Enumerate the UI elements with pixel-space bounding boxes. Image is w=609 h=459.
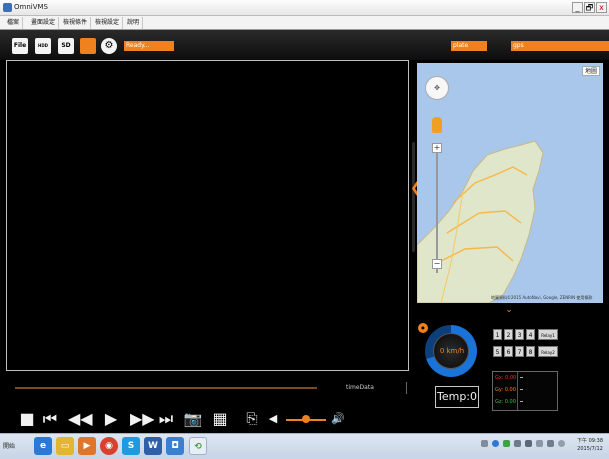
stop-icon[interactable]: ■ [18,409,36,429]
status-field: Ready... [124,41,174,51]
restore-button[interactable]: 🗗 [584,2,595,13]
taskbar-clock[interactable]: 下午 09:38 2015/7/12 [573,437,607,453]
g-sensor-tick [520,401,523,402]
map-pan-control-icon[interactable]: ✥ [425,76,449,100]
relay-7-button[interactable]: 7 [515,346,524,357]
toolbar: File HDD SD ⚙ Ready... plate gps [0,30,609,60]
tray-icon[interactable] [481,440,488,447]
temperature-readout: Temp:0 [435,386,479,408]
map-zoom-slider[interactable] [436,143,438,273]
skip-to-start-icon[interactable]: ⏮ [41,409,59,429]
title-bar: OmniVMS _ 🗗 x [0,0,609,16]
map-panel[interactable]: 地圖 ✥ + − 地圖資料©2015 AutoNavi, Google, ZEN… [417,63,603,303]
menu-view-conditions[interactable]: 檢視條件 [60,17,92,29]
start-button[interactable]: 開始 [3,441,15,450]
g-sensor-tick [520,377,523,378]
menu-view-settings[interactable]: 檢視設定 [92,17,124,29]
word-icon[interactable]: W [144,437,162,455]
clock-time: 下午 09:38 [577,438,603,444]
app-icon [3,3,12,12]
window-title: OmniVMS [14,3,48,11]
keyboard-tray-icon[interactable] [525,440,532,447]
skip-to-end-icon[interactable]: ⏭ [157,409,175,429]
play-icon[interactable]: ▶ [101,409,121,429]
ie-icon[interactable]: e [34,437,52,455]
chrome-icon[interactable]: ◉ [100,437,118,455]
record-icon[interactable] [80,38,96,54]
relay-4-button[interactable]: 4 [526,329,535,340]
fast-forward-icon[interactable]: ▶▶ [130,409,155,429]
export-icon[interactable]: ⎘ [243,409,261,429]
time-label: timeData [346,384,374,391]
plate-field: plate [451,41,487,51]
map-type-button[interactable]: 地圖 [582,66,600,76]
relay-1-button[interactable]: 1 [493,329,502,340]
speed-readout: 0 km/h [439,347,465,355]
g-sensor-tick [520,389,523,390]
map-credit: 地圖資料©2015 AutoNavi, Google, ZENRIN 使用條款 [491,295,593,300]
g-sensor-axis [517,372,518,410]
relay-5-button[interactable]: 5 [493,346,502,357]
volume-slider-knob[interactable] [302,415,310,423]
video-panel[interactable] [6,60,409,371]
relay-group-1-label[interactable]: Relay1 [538,329,558,340]
map-taiwan-land [417,140,544,303]
gps-field: gps [511,41,609,51]
relay-3-button[interactable]: 3 [515,329,524,340]
speed-gauge: 0 km/h [425,325,477,377]
menu-screen-settings[interactable]: 畫面設定 [28,17,60,29]
menu-bar: 檔案 畫面設定 檢視條件 檢視設定 說明 [0,16,609,30]
g-sensor-panel: Gx: 0.00 Gy: 0.00 Gz: 0.00 [492,371,558,411]
skype-icon[interactable]: S [122,437,140,455]
tray-icon[interactable] [514,440,521,447]
rewind-icon[interactable]: ◀◀ [68,409,93,429]
divider [406,382,407,394]
help-tray-icon[interactable] [492,440,499,447]
hdd-button[interactable]: HDD [35,38,51,54]
relay-group-2-label[interactable]: Relay2 [538,346,558,357]
volume-low-icon[interactable]: ◀ [266,409,280,429]
collapse-down-arrow-icon[interactable]: ⌄ [498,306,520,315]
sd-button[interactable]: SD [58,38,74,54]
clock-date: 2015/7/12 [577,446,603,452]
media-player-icon[interactable]: ▶ [78,437,96,455]
relay-8-button[interactable]: 8 [526,346,535,357]
relay-6-button[interactable]: 6 [504,346,513,357]
volume-high-icon[interactable]: 🔊 [330,409,346,429]
folder-icon[interactable]: ▭ [56,437,74,455]
map-zoom-in-button[interactable]: + [432,143,442,153]
menu-file[interactable]: 檔案 [4,17,24,29]
file-button[interactable]: File [12,38,28,54]
volume-tray-icon[interactable] [547,440,554,447]
snapshot-camera-icon[interactable]: 📷 [183,409,203,429]
vertical-scrollbar[interactable] [412,142,415,252]
g-sensor-z: Gz: 0.00 [495,399,516,405]
taskbar: 開始 e ▭ ▶ ◉ S W ◘ ⟲ 下午 09:38 2015/7/12 [0,433,609,459]
speed-gauge-face: 0 km/h [433,333,469,369]
status-indicator-icon: ● [418,323,428,333]
menu-help[interactable]: 說明 [124,17,144,29]
close-button[interactable]: x [596,2,607,13]
g-sensor-x: Gx: 0.00 [495,375,517,381]
timeline-slider[interactable] [15,387,317,389]
minimize-button[interactable]: _ [572,2,583,13]
settings-gear-icon[interactable]: ⚙ [101,38,117,54]
street-view-pegman-icon[interactable] [432,117,442,133]
tray-icon[interactable] [503,440,510,447]
relay-2-button[interactable]: 2 [504,329,513,340]
g-sensor-y: Gy: 0.00 [495,387,516,393]
power-tray-icon[interactable] [558,440,565,447]
app-icon-blue[interactable]: ◘ [166,437,184,455]
grid-layout-icon[interactable]: ▦ [210,409,230,429]
network-tray-icon[interactable] [536,440,543,447]
map-zoom-out-button[interactable]: − [432,259,442,269]
omnivms-taskbar-icon[interactable]: ⟲ [189,437,207,455]
